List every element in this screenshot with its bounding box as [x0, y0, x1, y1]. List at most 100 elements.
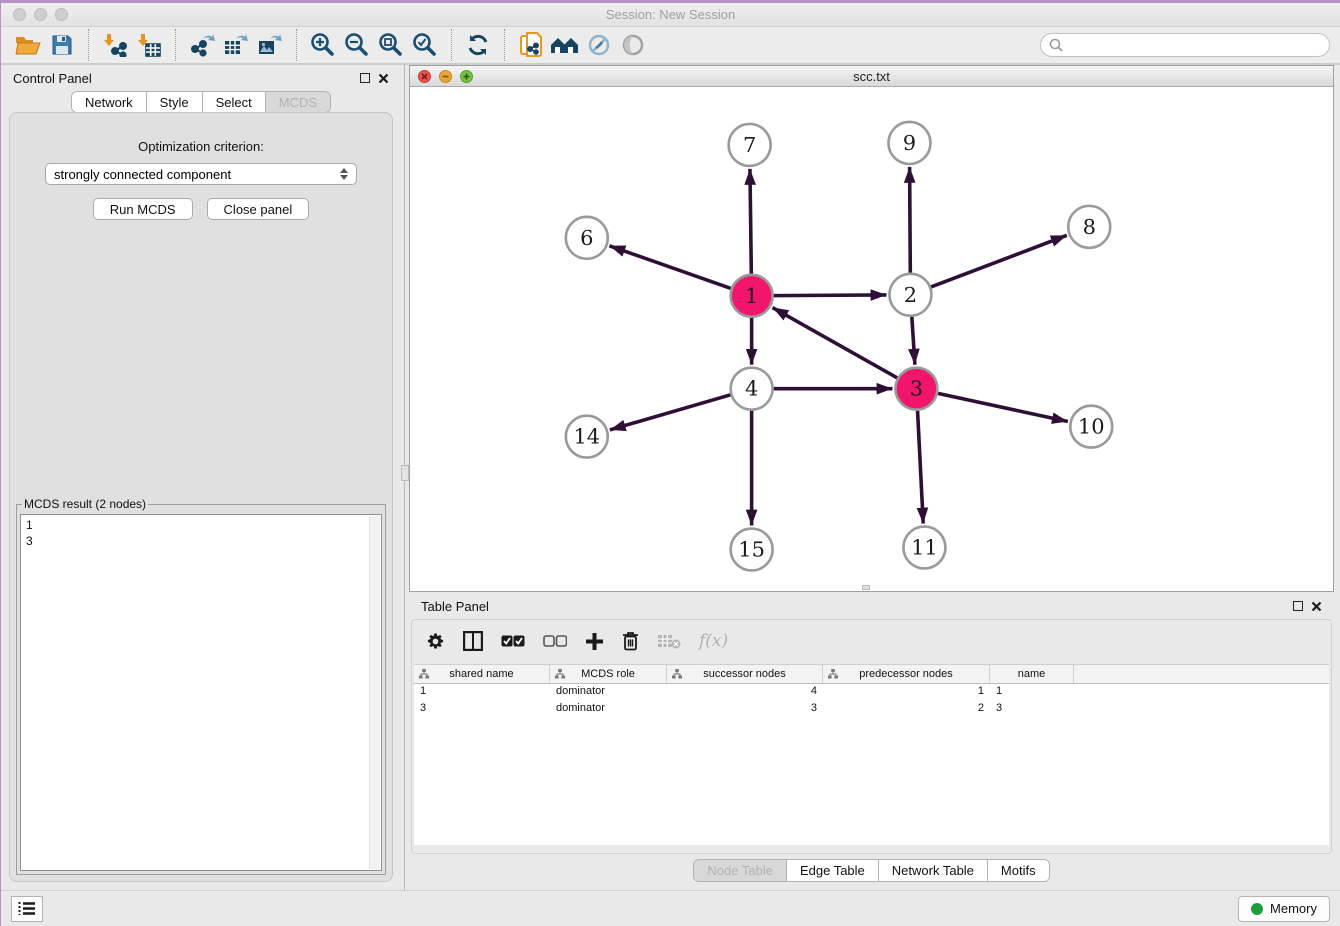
graph-edge-3-10[interactable] [938, 393, 1068, 421]
zoom-out-icon[interactable] [340, 29, 374, 61]
tab-select[interactable]: Select [202, 92, 265, 112]
export-image-icon[interactable] [253, 29, 287, 61]
graph-node-10[interactable]: 10 [1070, 406, 1112, 448]
main-titlebar[interactable]: Session: New Session [1, 3, 1340, 27]
float-panel-icon[interactable] [360, 73, 370, 83]
table-panel-header: Table Panel [409, 595, 1334, 617]
gear-icon[interactable] [426, 632, 445, 651]
import-table-icon[interactable] [132, 29, 166, 61]
column-header-shared-name[interactable]: shared name [414, 665, 550, 683]
graph-edge-1-6[interactable] [609, 246, 730, 289]
eye-disabled-icon [616, 29, 650, 61]
close-panel-button[interactable]: Close panel [207, 198, 310, 220]
graph-node-7[interactable]: 7 [729, 124, 771, 166]
columns-icon[interactable] [463, 631, 483, 651]
zoom-selected-icon[interactable] [408, 29, 442, 61]
network-graph[interactable]: 1 2 3 4 6 7 8 9 10 11 14 15 [410, 87, 1333, 589]
graph-edge-2-9[interactable] [910, 167, 911, 273]
table-cell[interactable]: dominator [550, 701, 667, 718]
zoom-in-icon[interactable] [306, 29, 340, 61]
open-file-icon[interactable] [11, 29, 45, 61]
graph-node-8[interactable]: 8 [1068, 206, 1110, 248]
table-cell[interactable]: 4 [667, 684, 823, 701]
run-mcds-button[interactable]: Run MCDS [93, 198, 193, 220]
tab-motifs[interactable]: Motifs [987, 860, 1049, 881]
column-header-successor-nodes[interactable]: successor nodes [667, 665, 823, 683]
table-row[interactable]: 3dominator323 [414, 701, 1329, 718]
graph-edge-4-14[interactable] [610, 395, 731, 430]
control-panel-tabs: NetworkStyleSelectMCDS [1, 91, 401, 113]
export-network-icon[interactable] [185, 29, 219, 61]
svg-text:14: 14 [573, 425, 600, 449]
close-panel-icon[interactable] [378, 73, 389, 84]
network-canvas[interactable]: 1 2 3 4 6 7 8 9 10 11 14 15 [410, 87, 1333, 590]
svg-text:4: 4 [745, 377, 758, 401]
tab-network[interactable]: Network [72, 92, 146, 112]
mcds-result-list[interactable]: 13 [20, 514, 382, 871]
graph-node-15[interactable]: 15 [731, 529, 773, 571]
control-panel-title: Control Panel [13, 71, 92, 86]
refresh-icon[interactable] [461, 29, 495, 61]
splitter-handle[interactable] [401, 465, 409, 481]
control-panel-header: Control Panel [1, 65, 401, 91]
graph-edge-1-7[interactable] [750, 169, 751, 274]
table-cell[interactable]: 1 [414, 684, 550, 701]
graph-node-2[interactable]: 2 [889, 274, 931, 316]
table-cell[interactable]: dominator [550, 684, 667, 701]
node-table[interactable]: shared nameMCDS rolesuccessor nodesprede… [414, 664, 1329, 845]
graph-node-1[interactable]: 1 [731, 275, 773, 317]
column-header-name[interactable]: name [990, 665, 1074, 683]
graph-edge-2-3[interactable] [912, 317, 915, 365]
table-cell[interactable]: 3 [414, 701, 550, 718]
graph-node-11[interactable]: 11 [903, 527, 945, 569]
tab-node-table[interactable]: Node Table [694, 860, 786, 881]
home-icon[interactable] [548, 29, 582, 61]
graph-node-6[interactable]: 6 [566, 217, 608, 259]
criterion-value: strongly connected component [54, 167, 231, 182]
column-header-predecessor-nodes[interactable]: predecessor nodes [823, 665, 990, 683]
table-cell[interactable]: 2 [823, 701, 990, 718]
result-scrollbar[interactable] [369, 516, 380, 869]
tab-style[interactable]: Style [146, 92, 202, 112]
duplicate-network-icon[interactable] [514, 29, 548, 61]
search-box[interactable] [1040, 33, 1330, 57]
unselect-all-icon[interactable] [543, 635, 567, 648]
memory-label: Memory [1270, 901, 1317, 916]
tab-mcds[interactable]: MCDS [265, 92, 330, 112]
criterion-select[interactable]: strongly connected component [45, 163, 357, 185]
graph-node-14[interactable]: 14 [566, 416, 608, 458]
table-cell[interactable]: 1 [823, 684, 990, 701]
search-input[interactable] [1063, 38, 1321, 52]
network-window[interactable]: scc.txt 1 2 3 4 6 7 8 9 10 11 14 15 [409, 65, 1334, 592]
graph-edge-3-1[interactable] [773, 308, 898, 378]
add-column-icon[interactable] [585, 632, 604, 651]
select-all-icon[interactable] [501, 635, 525, 648]
table-cell[interactable]: 1 [990, 684, 1074, 701]
panel-splitter[interactable] [401, 65, 409, 890]
task-history-button[interactable] [11, 896, 43, 922]
column-header-MCDS-role[interactable]: MCDS role [550, 665, 667, 683]
graph-node-3[interactable]: 3 [895, 368, 937, 410]
tab-network-table[interactable]: Network Table [878, 860, 987, 881]
graph-edge-3-11[interactable] [918, 411, 924, 524]
close-panel-icon[interactable] [1311, 601, 1322, 612]
tab-edge-table[interactable]: Edge Table [786, 860, 878, 881]
float-panel-icon[interactable] [1293, 601, 1303, 611]
export-table-icon[interactable] [219, 29, 253, 61]
delete-column-icon[interactable] [622, 631, 639, 651]
table-cell[interactable]: 3 [990, 701, 1074, 718]
table-tabs: Node TableEdge TableNetwork TableMotifs [409, 859, 1334, 882]
graph-edge-1-2[interactable] [774, 295, 887, 296]
memory-button[interactable]: Memory [1238, 896, 1330, 922]
table-cell[interactable]: 3 [667, 701, 823, 718]
import-network-icon[interactable] [98, 29, 132, 61]
svg-text:3: 3 [910, 377, 923, 401]
network-window-titlebar[interactable]: scc.txt [410, 66, 1333, 87]
graph-node-9[interactable]: 9 [888, 122, 930, 164]
table-row[interactable]: 1dominator411 [414, 684, 1329, 701]
graph-node-4[interactable]: 4 [731, 368, 773, 410]
zoom-fit-icon[interactable] [374, 29, 408, 61]
canvas-splitter-handle[interactable] [862, 585, 870, 590]
save-session-icon[interactable] [45, 29, 79, 61]
graph-edge-2-8[interactable] [931, 235, 1067, 287]
